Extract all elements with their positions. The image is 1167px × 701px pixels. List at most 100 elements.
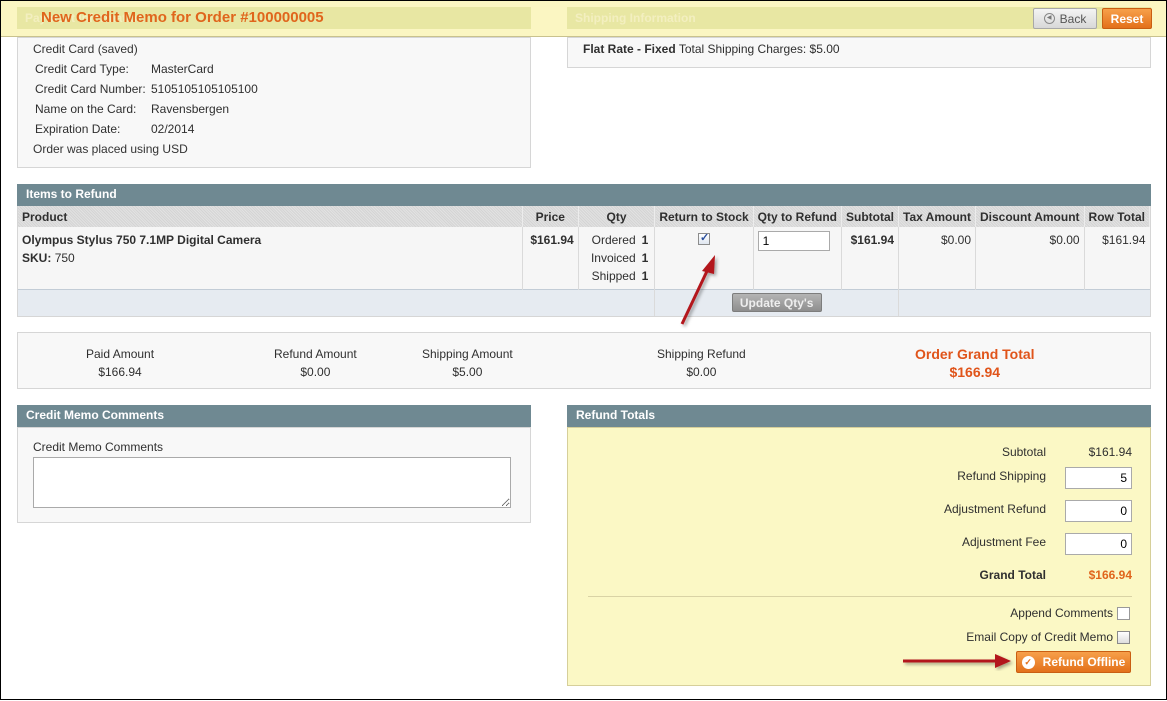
- refund-shipping-label: Refund Shipping: [957, 469, 1046, 483]
- col-discount-amount: Discount Amount: [975, 206, 1085, 227]
- refund-offline-label: Refund Offline: [1042, 655, 1126, 669]
- refund-amount-label: Refund Amount: [274, 347, 357, 361]
- refund-amount-value: $0.00: [300, 365, 331, 379]
- totals-subtotal-label: Subtotal: [1001, 445, 1046, 459]
- qty-to-refund-cell: [753, 227, 843, 290]
- paid-amount-value: $166.94: [98, 365, 142, 379]
- paid-amount: Paid Amount $166.94: [86, 345, 154, 381]
- qty-cell: Ordered 1 Invoiced 1 Shipped 1: [578, 227, 656, 290]
- refund-shipping-input[interactable]: [1065, 467, 1132, 489]
- qty-shipped-value: 1: [641, 269, 649, 283]
- append-comments-option: Append Comments: [1010, 606, 1130, 620]
- totals-grand-value: $166.94: [1088, 568, 1132, 582]
- update-qtys-button[interactable]: Update Qty's: [731, 293, 822, 313]
- product-cell: Olympus Stylus 750 7.1MP Digital Camera …: [18, 227, 523, 290]
- email-copy-checkbox[interactable]: [1117, 630, 1130, 644]
- card-expiry-value: 02/2014: [151, 122, 195, 136]
- price-cell: $161.94: [522, 227, 579, 290]
- order-grand-total-label: Order Grand Total: [915, 346, 1035, 362]
- back-arrow-icon: ◀: [1043, 13, 1055, 24]
- adjustment-fee-input[interactable]: [1065, 533, 1132, 555]
- card-name-label: Name on the Card:: [35, 102, 137, 116]
- card-name-value: Ravensbergen: [151, 102, 230, 116]
- col-qty: Qty: [578, 206, 656, 227]
- paid-amount-label: Paid Amount: [86, 347, 155, 361]
- shipping-info-box: Flat Rate - Fixed Total Shipping Charges…: [567, 37, 1151, 68]
- shipping-method: Flat Rate - Fixed Total Shipping Charges…: [583, 42, 840, 56]
- tax-cell: $0.00: [898, 227, 976, 290]
- adjustment-fee-label: Adjustment Fee: [961, 535, 1046, 549]
- comments-box: Credit Memo Comments: [17, 427, 531, 523]
- col-subtotal: Subtotal: [841, 206, 899, 227]
- row-total-cell: $161.94: [1084, 227, 1150, 290]
- product-sku: SKU: 750: [22, 249, 518, 267]
- qty-to-refund-input[interactable]: [757, 231, 830, 251]
- col-price: Price: [522, 206, 579, 227]
- col-return-to-stock: Return to Stock: [654, 206, 754, 227]
- qty-ordered-value: 1: [641, 233, 649, 247]
- sku-value: 750: [54, 251, 75, 265]
- refund-amount: Refund Amount $0.00: [274, 345, 357, 381]
- col-product: Product: [18, 206, 523, 227]
- append-comments-label: Append Comments: [1010, 606, 1113, 620]
- sku-label: SKU:: [22, 251, 52, 265]
- table-row: Olympus Stylus 750 7.1MP Digital Camera …: [18, 227, 1150, 290]
- shipping-refund-value: $0.00: [686, 365, 717, 379]
- checkmark-icon: ✓: [1021, 655, 1035, 669]
- shipping-amount-label: Shipping Amount: [422, 347, 513, 361]
- currency-note: Order was placed using USD: [33, 142, 188, 156]
- adjustment-refund-label: Adjustment Refund: [943, 502, 1046, 516]
- qty-ordered: Ordered 1: [583, 231, 651, 249]
- page-title: New Credit Memo for Order #100000005: [41, 9, 324, 26]
- card-number-value: 5105105105105100: [151, 82, 258, 96]
- totals-grand-label: Grand Total: [979, 568, 1046, 582]
- totals-subtotal-value: $161.94: [1088, 445, 1132, 459]
- qty-shipped-label: Shipped: [591, 269, 636, 283]
- qty-invoiced-label: Invoiced: [590, 251, 636, 265]
- items-grid-footer: Update Qty's: [18, 289, 1150, 316]
- comments-textarea[interactable]: [33, 457, 511, 508]
- card-number-label: Credit Card Number:: [35, 82, 146, 96]
- refund-totals-box: Subtotal $161.94 Refund Shipping Adjustm…: [567, 427, 1151, 686]
- col-tax-amount: Tax Amount: [898, 206, 976, 227]
- update-cell: Update Qty's: [654, 289, 899, 316]
- qty-ordered-label: Ordered: [591, 233, 636, 247]
- back-label: Back: [1059, 11, 1087, 26]
- order-summary: Paid Amount $166.94 Refund Amount $0.00 …: [17, 332, 1151, 389]
- comments-section-header: Credit Memo Comments: [17, 405, 531, 427]
- card-expiry-label: Expiration Date:: [35, 122, 121, 136]
- return-to-stock-checkbox[interactable]: [698, 231, 710, 245]
- discount-cell: $0.00: [975, 227, 1085, 290]
- items-section-header: Items to Refund: [17, 184, 1151, 206]
- card-type-value: MasterCard: [151, 62, 214, 76]
- adjustment-refund-input[interactable]: [1065, 500, 1132, 522]
- shipping-amount-value: $5.00: [452, 365, 483, 379]
- qty-invoiced-value: 1: [641, 251, 649, 265]
- shipping-amount: Shipping Amount $5.00: [422, 345, 513, 381]
- shipping-refund: Shipping Refund $0.00: [657, 345, 746, 381]
- payment-method: Credit Card (saved): [33, 42, 138, 56]
- items-grid: Product Price Qty Return to Stock Qty to…: [17, 206, 1151, 317]
- email-copy-option: Email Copy of Credit Memo: [966, 630, 1130, 644]
- footer-spacer: [18, 289, 656, 316]
- col-qty-to-refund: Qty to Refund: [753, 206, 843, 227]
- product-name: Olympus Stylus 750 7.1MP Digital Camera: [22, 233, 262, 247]
- card-type-label: Credit Card Type:: [35, 62, 129, 76]
- subtotal-cell: $161.94: [841, 227, 899, 290]
- shipping-refund-label: Shipping Refund: [657, 347, 746, 361]
- totals-divider: [588, 596, 1132, 597]
- order-grand-total-value: $166.94: [949, 364, 1001, 380]
- shipping-method-name: Flat Rate - Fixed: [583, 42, 676, 56]
- refund-offline-button[interactable]: ✓ Refund Offline: [1016, 651, 1131, 673]
- qty-shipped: Shipped 1: [583, 267, 651, 285]
- reset-button[interactable]: Reset: [1102, 8, 1152, 29]
- email-copy-label: Email Copy of Credit Memo: [966, 630, 1113, 644]
- shipping-charges: Total Shipping Charges: $5.00: [678, 42, 840, 56]
- back-button[interactable]: ◀ Back: [1033, 8, 1097, 29]
- items-grid-header: Product Price Qty Return to Stock Qty to…: [18, 206, 1151, 227]
- return-to-stock-cell: [654, 227, 754, 290]
- payment-info-box: Credit Card (saved) Credit Card Type: Ma…: [17, 37, 531, 168]
- totals-section-header: Refund Totals: [567, 405, 1151, 427]
- comments-label: Credit Memo Comments: [33, 440, 164, 454]
- append-comments-checkbox[interactable]: [1117, 606, 1130, 620]
